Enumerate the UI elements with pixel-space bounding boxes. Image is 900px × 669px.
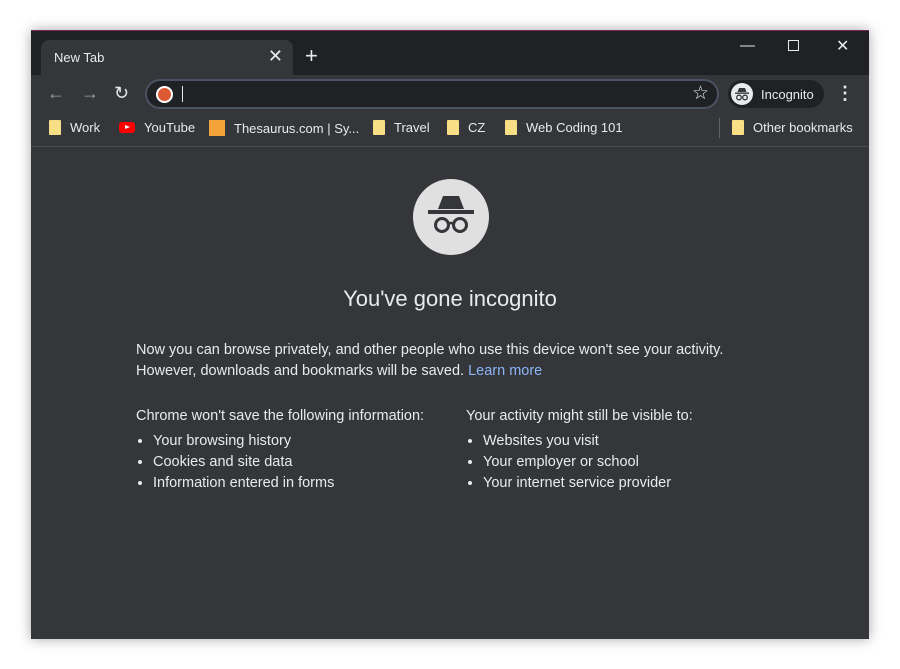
still-visible-section: Your activity might still be visible to:… — [466, 406, 693, 494]
bookmarks-divider — [719, 118, 720, 138]
list-item: Your internet service provider — [483, 473, 693, 494]
profile-label: Incognito — [761, 87, 814, 102]
thesaurus-icon — [209, 120, 225, 136]
duckduckgo-icon — [156, 86, 173, 103]
list-item: Your browsing history — [153, 431, 424, 452]
section-heading: Your activity might still be visible to: — [466, 408, 693, 424]
reload-button[interactable]: ↻ — [114, 83, 129, 104]
incognito-large-icon — [413, 179, 489, 255]
other-bookmarks[interactable]: Other bookmarks — [732, 120, 853, 135]
list-item: Information entered in forms — [153, 473, 424, 494]
maximize-button[interactable] — [788, 40, 799, 51]
list-item: Your employer or school — [483, 452, 693, 473]
bookmark-label: CZ — [468, 120, 486, 135]
list-item: Websites you visit — [483, 431, 693, 452]
bookmark-label: Travel — [394, 120, 430, 135]
bookmark-label: Other bookmarks — [753, 120, 853, 135]
intro-paragraph: Now you can browse privately, and other … — [136, 340, 756, 382]
close-tab-icon[interactable]: ✕ — [268, 46, 283, 67]
more-menu-icon[interactable]: ⋮ — [836, 83, 854, 104]
tab-new-tab[interactable]: New Tab ✕ — [41, 40, 293, 76]
bookmark-work[interactable]: Work — [49, 120, 100, 135]
bookmark-label: Thesaurus.com | Sy... — [234, 120, 360, 136]
back-button[interactable]: ← — [47, 83, 65, 104]
folder-icon — [447, 120, 459, 135]
list-item: Cookies and site data — [153, 452, 424, 473]
bookmarks-bar: Work YouTube Thesaurus.com | Sy... Trave… — [31, 111, 869, 147]
minimize-button[interactable]: — — [740, 37, 755, 54]
browser-window: New Tab ✕ + — ✕ ← → ↻ ☆ Incognito ⋮ Work… — [31, 30, 869, 639]
incognito-icon — [731, 83, 753, 105]
page-title: You've gone incognito — [343, 286, 557, 311]
bookmark-youtube[interactable]: YouTube — [119, 120, 195, 135]
youtube-icon — [119, 122, 135, 133]
bookmark-cz[interactable]: CZ — [447, 120, 485, 135]
bookmark-label: YouTube — [144, 120, 196, 135]
bookmark-travel[interactable]: Travel — [373, 120, 430, 135]
bookmark-web-coding[interactable]: Web Coding 101 — [505, 120, 623, 135]
new-tab-button[interactable]: + — [305, 43, 318, 69]
text-cursor — [182, 86, 183, 102]
not-saved-section: Chrome won't save the following informat… — [136, 406, 424, 494]
bookmark-label: Web Coding 101 — [526, 120, 623, 135]
intro-text: Now you can browse privately, and other … — [136, 342, 724, 379]
close-window-button[interactable]: ✕ — [836, 36, 849, 56]
title-bar: New Tab ✕ + — ✕ — [31, 31, 869, 76]
bookmark-thesaurus[interactable]: Thesaurus.com | Sy... — [209, 120, 359, 136]
tab-title: New Tab — [54, 50, 105, 65]
folder-icon — [373, 120, 385, 135]
bookmark-label: Work — [70, 120, 101, 135]
address-bar[interactable]: ☆ — [145, 79, 719, 109]
folder-icon — [49, 120, 61, 135]
forward-button[interactable]: → — [81, 83, 99, 104]
section-heading: Chrome won't save the following informat… — [136, 408, 425, 424]
learn-more-link[interactable]: Learn more — [468, 363, 542, 379]
toolbar: ← → ↻ ☆ Incognito ⋮ — [31, 75, 869, 111]
bookmark-star-icon[interactable]: ☆ — [692, 82, 709, 105]
incognito-profile-button[interactable]: Incognito — [728, 80, 824, 108]
folder-icon — [732, 120, 744, 135]
folder-icon — [505, 120, 517, 135]
